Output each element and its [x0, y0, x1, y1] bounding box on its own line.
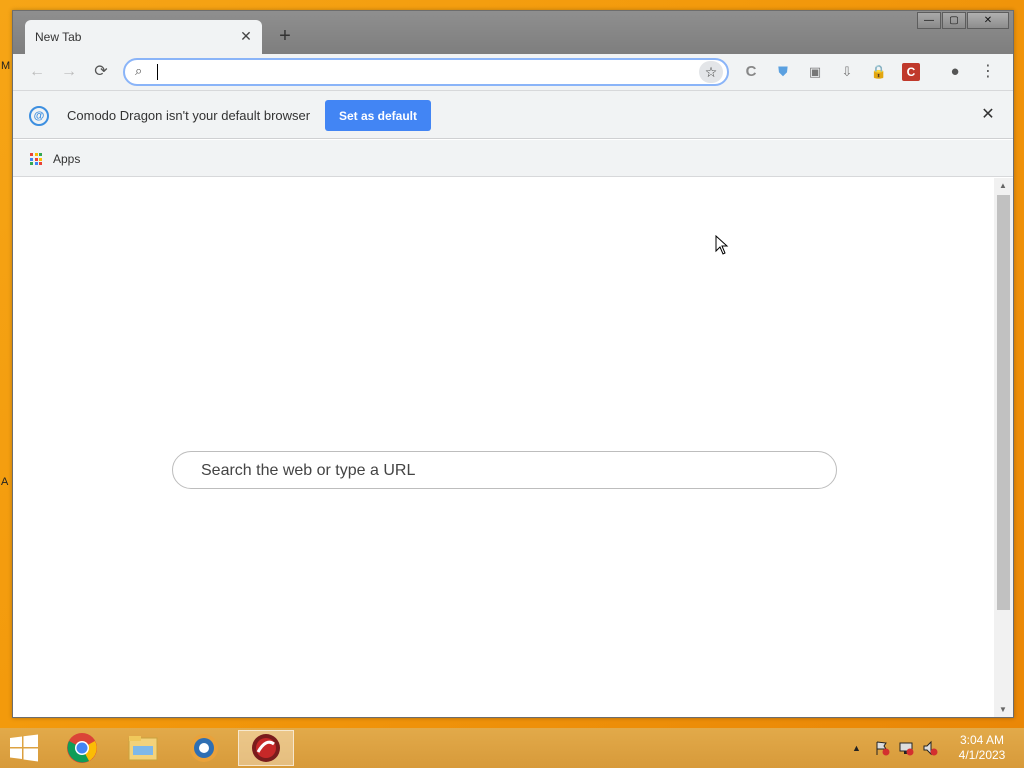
reload-button[interactable]: ⟳: [91, 62, 111, 82]
menu-icon[interactable]: ⋮: [979, 63, 997, 81]
mouse-cursor-icon: [715, 235, 729, 255]
account-icon[interactable]: ●: [946, 63, 964, 81]
window-close-button[interactable]: ✕: [967, 12, 1009, 29]
scroll-down-arrow-icon[interactable]: ▼: [999, 705, 1007, 714]
taskbar: ▲ 3:04 AM 4/1/2023: [0, 728, 1024, 768]
back-button[interactable]: ←: [27, 62, 47, 82]
red-c-extension-icon[interactable]: C: [902, 63, 920, 81]
desktop-edge-glyph: A: [1, 476, 9, 488]
scroll-thumb[interactable]: [997, 195, 1010, 610]
infobar-close-icon[interactable]: ✕: [979, 106, 997, 124]
comodo-dragon-icon: @: [29, 106, 49, 126]
action-center-flag-icon[interactable]: [874, 740, 890, 756]
shield-extension-icon[interactable]: ⛊: [774, 63, 792, 81]
tray-show-hidden-icon[interactable]: ▲: [852, 743, 861, 753]
comodo-c-extension-icon[interactable]: C: [742, 63, 760, 81]
desktop-edge-glyph: M: [1, 60, 11, 72]
infobar-message: Comodo Dragon isn't your default browser: [67, 108, 311, 123]
comodo-dragon-taskbar-icon[interactable]: [238, 730, 294, 766]
title-bar[interactable]: New Tab ✕ + — ▢ ✕: [13, 11, 1013, 54]
volume-muted-icon[interactable]: [922, 740, 938, 756]
maximize-button[interactable]: ▢: [942, 12, 966, 29]
ntp-search-box[interactable]: [172, 451, 837, 489]
lock-extension-icon[interactable]: 🔒: [870, 63, 888, 81]
ice-dragon-taskbar-icon[interactable]: [176, 730, 232, 766]
new-tab-page: [13, 178, 993, 717]
forward-button[interactable]: →: [59, 62, 79, 82]
clock-time: 3:04 AM: [959, 733, 1005, 747]
search-icon: ⌕: [135, 63, 143, 78]
bookmark-star-icon[interactable]: ☆: [699, 61, 723, 83]
chrome-taskbar-icon[interactable]: [54, 730, 110, 766]
toolbar: ← → ⟳ ⌕ ☆ C ⛊ ▣ ⇩ 🔒 C ● ⋮: [13, 54, 1013, 90]
close-icon[interactable]: ✕: [238, 28, 254, 44]
tab-new-tab[interactable]: New Tab ✕: [25, 20, 262, 54]
apps-grid-icon[interactable]: [30, 153, 42, 165]
set-as-default-button[interactable]: Set as default: [325, 100, 431, 131]
address-bar[interactable]: ⌕ ☆: [123, 58, 729, 86]
default-browser-infobar: @ Comodo Dragon isn't your default brows…: [13, 90, 1013, 139]
bookmarks-bar: Apps: [13, 140, 1013, 177]
vertical-scrollbar[interactable]: ▲ ▼: [994, 178, 1013, 717]
tab-title: New Tab: [35, 30, 82, 44]
scroll-up-arrow-icon[interactable]: ▲: [999, 181, 1007, 190]
text-caret: [157, 64, 158, 80]
system-clock[interactable]: 3:04 AM 4/1/2023: [952, 733, 1012, 763]
apps-shortcut[interactable]: Apps: [53, 152, 80, 166]
windows-start-icon[interactable]: [8, 734, 40, 762]
minimize-button[interactable]: —: [917, 12, 941, 29]
clock-date: 4/1/2023: [958, 748, 1006, 762]
address-input[interactable]: [155, 63, 685, 81]
ntp-search-input[interactable]: [201, 461, 801, 481]
browser-window: New Tab ✕ + — ▢ ✕ ← → ⟳ ⌕ ☆ C ⛊ ▣ ⇩ 🔒 C …: [12, 10, 1014, 718]
new-tab-button[interactable]: +: [275, 26, 295, 47]
network-icon[interactable]: [898, 740, 914, 756]
puzzle-extension-icon[interactable]: ▣: [806, 63, 824, 81]
file-explorer-taskbar-icon[interactable]: [115, 730, 171, 766]
download-extension-icon[interactable]: ⇩: [838, 63, 856, 81]
